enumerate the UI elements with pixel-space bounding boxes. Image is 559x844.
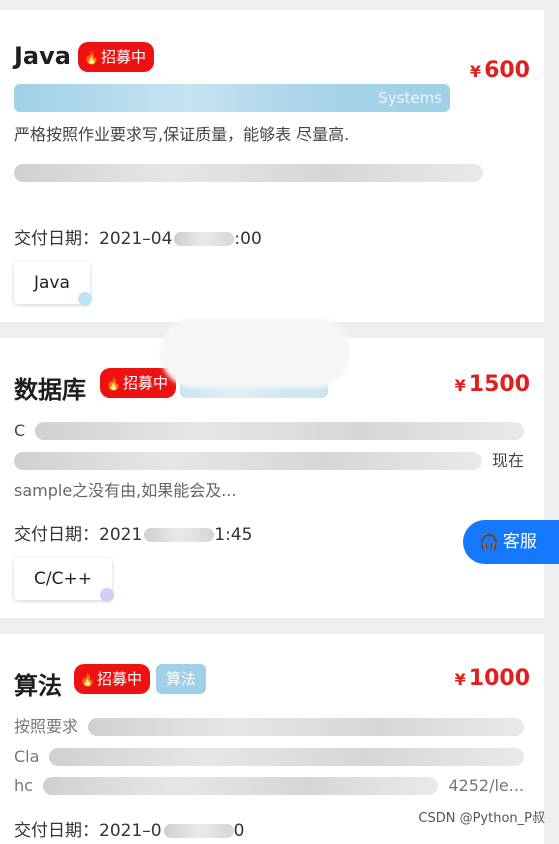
fire-icon: 🔥 bbox=[84, 51, 99, 65]
delivery-tail: 0 bbox=[233, 821, 245, 841]
currency-symbol: ¥ bbox=[454, 376, 466, 395]
description-row: C bbox=[14, 416, 524, 446]
blurred-text bbox=[49, 748, 524, 766]
blurred-text bbox=[35, 422, 524, 440]
delivery-tail: :00 bbox=[234, 229, 262, 249]
task-description: 严格按照作业要求写,保证质量，能够表 尽量高. bbox=[14, 120, 524, 188]
blurred-text bbox=[14, 452, 482, 470]
description-text: 4252/le... bbox=[448, 776, 524, 795]
tag-corner-decoration bbox=[99, 588, 114, 602]
description-text: Cla bbox=[14, 747, 40, 766]
blurred-text bbox=[14, 164, 484, 182]
status-badge-label: 招募中 bbox=[100, 48, 146, 66]
card-title: 算法 bbox=[14, 672, 62, 700]
description-row: hc 4252/le... bbox=[14, 772, 524, 800]
watermark: CSDN @Python_P叔 bbox=[418, 811, 545, 826]
blurred-text bbox=[144, 528, 215, 542]
card-title: 数据库 bbox=[14, 376, 86, 404]
blurred-text bbox=[88, 718, 524, 736]
card-title: Java bbox=[14, 42, 71, 70]
category-tag-blurred: Systems bbox=[14, 84, 450, 112]
price-value: 1000 bbox=[468, 666, 530, 691]
description-row: 现在 bbox=[14, 446, 524, 476]
task-card-database[interactable]: 数据库 🔥 招募中 ¥1500 C 现在 sample之没有由,如果能会及... … bbox=[0, 318, 544, 618]
delivery-date: 交付日期：2021 1:45 bbox=[14, 520, 252, 545]
price-value: 1500 bbox=[468, 372, 530, 397]
description-row: Cla bbox=[14, 742, 524, 772]
skill-tag: C/C++ bbox=[14, 558, 114, 602]
tag-corner-decoration bbox=[77, 292, 92, 306]
currency-symbol: ¥ bbox=[469, 62, 482, 81]
delivery-label: 交付日期：2021–04 bbox=[14, 229, 173, 249]
description-text: 严格按照作业要求写,保证质量，能够表 尽量高. bbox=[14, 125, 350, 144]
delivery-label: 交付日期：2021 bbox=[14, 525, 143, 545]
customer-service-label: 客服 bbox=[502, 532, 537, 552]
price: ¥600 bbox=[470, 58, 530, 83]
fire-icon: 🔥 bbox=[106, 377, 121, 391]
status-badge: 🔥 招募中 bbox=[78, 42, 154, 72]
skill-label: C/C++ bbox=[34, 569, 92, 589]
delivery-tail: 1:45 bbox=[214, 525, 253, 545]
price: ¥1500 bbox=[455, 372, 530, 397]
skill-label: Java bbox=[34, 273, 70, 293]
blur-overlay bbox=[160, 318, 350, 388]
description-text: 按照要求 bbox=[14, 717, 79, 736]
delivery-date: 交付日期：2021–0 0 bbox=[14, 816, 244, 841]
status-badge-label: 招募中 bbox=[96, 670, 142, 688]
status-badge: 🔥 招募中 bbox=[100, 368, 176, 398]
blurred-text bbox=[174, 232, 235, 246]
price-value: 600 bbox=[484, 58, 530, 83]
task-description: C 现在 sample之没有由,如果能会及... bbox=[14, 416, 524, 506]
skill-tag: Java bbox=[14, 262, 92, 306]
blurred-text bbox=[42, 777, 439, 795]
currency-symbol: ¥ bbox=[454, 670, 466, 689]
description-text: hc bbox=[14, 776, 33, 795]
task-card-java[interactable]: Java 🔥 招募中 ¥600 Systems 严格按照作业要求写,保证质量，能够… bbox=[0, 10, 544, 322]
customer-service-button[interactable]: 🎧 客服 bbox=[463, 520, 559, 564]
delivery-label: 交付日期：2021–0 bbox=[14, 821, 162, 841]
description-text: 现在 bbox=[491, 451, 524, 470]
category-tag: 算法 bbox=[156, 664, 207, 694]
description-text: C bbox=[14, 421, 26, 440]
delivery-date: 交付日期：2021–04 :00 bbox=[14, 224, 262, 249]
headset-icon: 🎧 bbox=[479, 532, 499, 551]
description-text: sample之没有由,如果能会及... bbox=[14, 481, 237, 500]
task-description: 按照要求 Cla hc 4252/le... bbox=[14, 712, 524, 800]
price: ¥1000 bbox=[455, 666, 530, 691]
status-badge: 🔥 招募中 bbox=[74, 664, 150, 694]
description-row: 按照要求 bbox=[14, 712, 524, 742]
fire-icon: 🔥 bbox=[80, 673, 95, 687]
status-badge-label: 招募中 bbox=[122, 374, 168, 392]
